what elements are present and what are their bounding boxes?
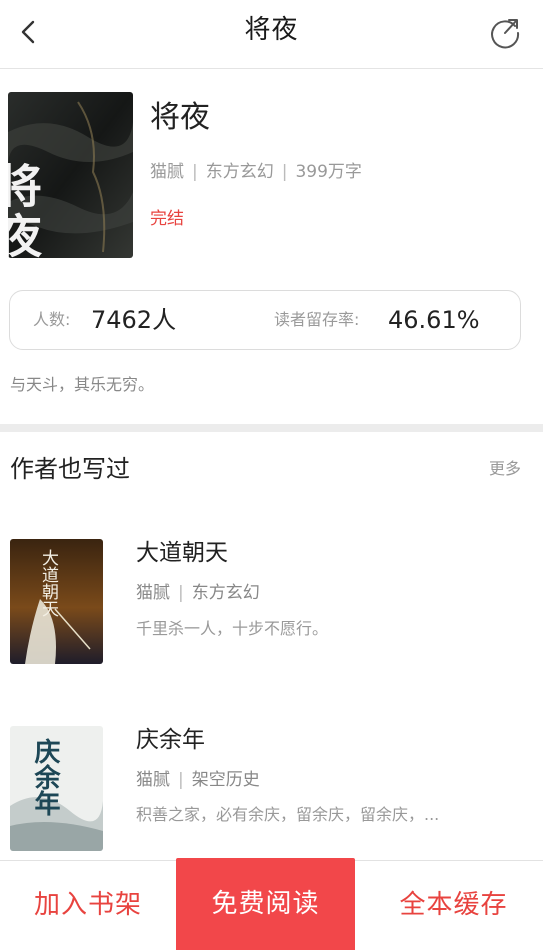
more-link[interactable]: 更多 [489,457,521,481]
top-nav-bar: 将夜 [0,0,543,69]
retention-label: 读者留存率: [274,310,360,329]
related-cover-art: 大道朝天 [10,539,103,664]
book-meta: 猫腻 | 东方玄幻 | 399万字 [150,162,362,182]
related-book-category: 架空历史 [191,770,260,790]
related-book-author: 猫腻 [136,583,170,603]
related-cover-calligraphy: 大道朝天 [38,549,59,617]
related-book-description: 千里杀一人，十步不愿行。 [136,619,329,638]
readers-value: 7462人 [91,306,177,334]
add-to-shelf-button[interactable]: 加入书架 [0,861,176,950]
related-book-title[interactable]: 庆余年 [136,724,205,756]
related-cover-calligraphy: 庆余年 [30,737,61,816]
book-cover[interactable]: 将夜 [8,92,133,258]
read-free-button[interactable]: 免费阅读 [176,858,355,950]
cover-calligraphy: 将夜 [8,162,43,258]
related-book-meta: 猫腻 | 东方玄幻 [136,583,260,603]
related-book-author: 猫腻 [136,770,170,790]
book-author[interactable]: 猫腻 [150,162,184,182]
book-tagline: 与天斗，其乐无穷。 [10,375,155,394]
book-title: 将夜 [150,100,210,135]
related-book-description: 积善之家，必有余庆，留余庆，留余庆，... [136,805,440,824]
book-category: 东方玄幻 [205,162,274,182]
page-title: 将夜 [244,15,299,45]
cache-all-button[interactable]: 全本缓存 [364,861,543,950]
share-button[interactable] [487,13,523,49]
book-cover-art: 将夜 [8,92,133,258]
readers-label: 人数: [33,310,71,329]
related-cover-art: 庆余年 [10,726,103,851]
related-book-meta: 猫腻 | 架空历史 [136,770,260,790]
share-circle-icon [491,19,520,49]
book-word-count: 399万字 [295,162,362,182]
stats-box: 人数: 7462人 读者留存率: 46.61% [9,290,521,350]
related-book-category: 东方玄幻 [191,583,260,603]
related-book-cover[interactable]: 大道朝天 [10,539,103,664]
section-divider [0,424,543,432]
related-book-title[interactable]: 大道朝天 [136,537,228,569]
section-title: 作者也写过 [10,455,130,483]
retention-value: 46.61% [388,306,480,334]
book-status: 完结 [150,209,184,229]
bottom-action-bar: 加入书架 免费阅读 全本缓存 [0,858,543,950]
related-book-cover[interactable]: 庆余年 [10,726,103,851]
